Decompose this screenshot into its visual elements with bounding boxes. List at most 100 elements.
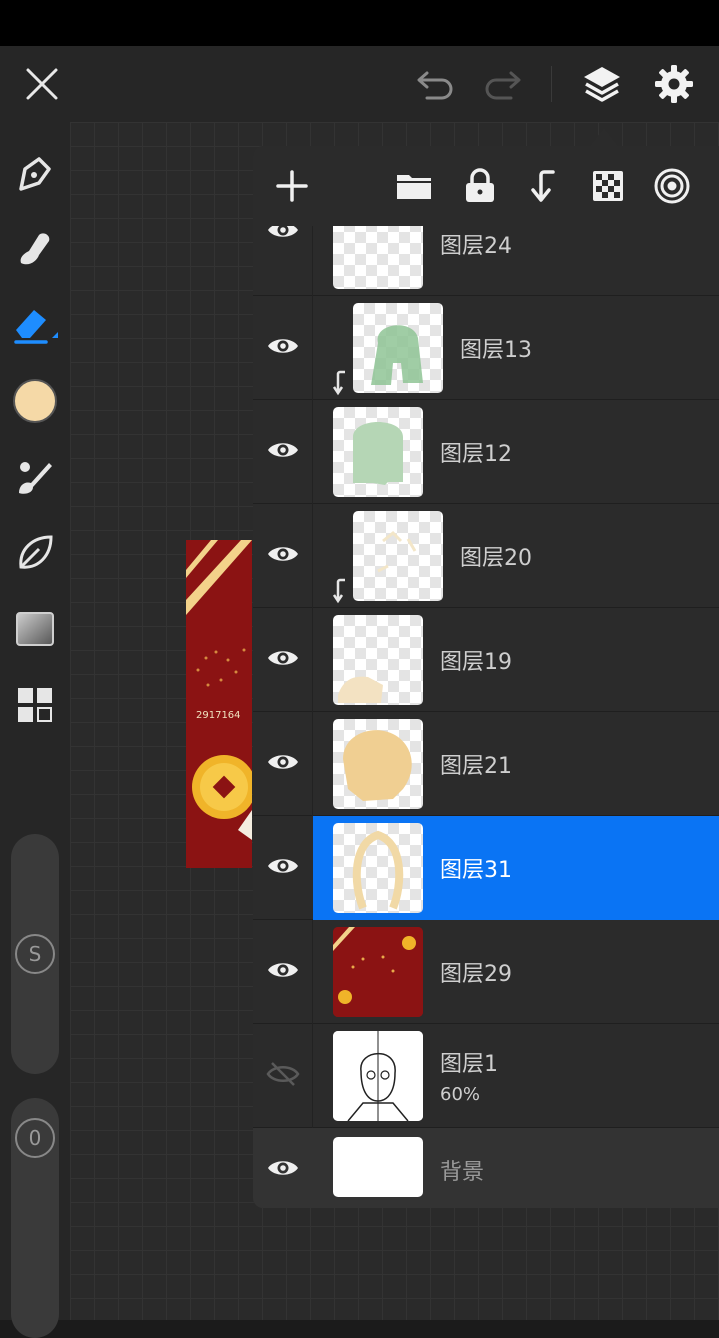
clipping-mask-icon (333, 370, 345, 396)
settings-button[interactable] (650, 60, 698, 108)
layer-row[interactable]: 图层12 (253, 400, 719, 504)
layer-thumbnail (333, 615, 423, 705)
artwork-preview: 2917164 (186, 540, 252, 868)
visibility-toggle[interactable] (261, 740, 305, 784)
eraser-tool[interactable] (10, 300, 60, 350)
size-slider-knob[interactable]: S (15, 934, 55, 974)
gradient-tool[interactable] (10, 604, 60, 654)
lock-icon (466, 168, 494, 202)
row-separator (312, 1024, 313, 1128)
layer-row[interactable]: 图层19 (253, 608, 719, 712)
layer-row[interactable]: 图层1 60% (253, 1024, 719, 1128)
artwork-text: 2917164 (196, 710, 241, 721)
layer-name: 图层20 (460, 546, 532, 571)
layer-name: 图层13 (460, 338, 532, 363)
layer-name: 图层1 (440, 1052, 498, 1077)
leaf-icon (19, 535, 53, 569)
visibility-toggle[interactable] (261, 636, 305, 680)
layers-list: 图层24 图层13 图层12 图层20 图层19 图层21 图层31 图层29 … (253, 226, 719, 1208)
layers-icon (584, 67, 620, 102)
visibility-toggle[interactable] (261, 428, 305, 472)
smudge-icon (20, 233, 50, 265)
eye-icon (268, 859, 298, 873)
eye-icon (268, 755, 298, 769)
left-sidebar: S 0 (0, 122, 70, 1338)
merge-down-button[interactable] (520, 162, 568, 210)
layer-thumbnail (333, 226, 423, 289)
grid-icon (18, 688, 52, 722)
layer-thumbnail (333, 823, 423, 913)
brush-size-slider[interactable]: S (11, 834, 59, 1074)
panel-pointer (590, 128, 618, 146)
row-separator (312, 504, 313, 608)
layer-name: 图层31 (440, 858, 512, 883)
smudge-tool[interactable] (10, 224, 60, 274)
radial-icon (654, 168, 690, 204)
row-separator (312, 608, 313, 712)
mask-button[interactable] (648, 162, 696, 210)
add-layer-button[interactable] (268, 162, 316, 210)
undo-icon (417, 71, 453, 100)
clipping-mask-icon (333, 578, 345, 604)
layer-row-selected[interactable]: 图层31 (253, 816, 719, 920)
eye-icon (268, 651, 298, 665)
layer-thumbnail (353, 511, 443, 601)
plus-icon (276, 170, 308, 202)
color-swatch[interactable] (10, 376, 60, 426)
opacity-slider-knob[interactable]: 0 (15, 1118, 55, 1158)
visibility-toggle[interactable] (261, 844, 305, 888)
opacity-slider[interactable]: 0 (11, 1098, 59, 1338)
row-separator (312, 296, 313, 400)
current-color-circle (13, 379, 57, 423)
close-button[interactable] (18, 60, 66, 108)
layer-name: 图层12 (440, 442, 512, 467)
new-group-button[interactable] (390, 162, 438, 210)
lock-button[interactable] (456, 162, 504, 210)
layer-thumbnail (333, 719, 423, 809)
background-layer-row[interactable]: 背景 (253, 1128, 719, 1208)
visibility-toggle[interactable] (261, 1052, 305, 1096)
undo-button[interactable] (412, 60, 460, 108)
layer-name: 背景 (440, 1160, 485, 1185)
visibility-toggle[interactable] (261, 324, 305, 368)
eye-hidden-icon (266, 1062, 300, 1086)
layer-name: 图层21 (440, 754, 512, 779)
gallery-tool[interactable] (10, 680, 60, 730)
gradient-icon (16, 612, 54, 646)
top-toolbar (0, 46, 719, 122)
row-separator (312, 400, 313, 504)
layer-thumbnail (353, 303, 443, 393)
eye-icon (268, 963, 298, 977)
toolbar-divider (551, 66, 552, 102)
layer-thumbnail (333, 927, 423, 1017)
close-icon (26, 68, 58, 100)
artwork-graphic (186, 540, 252, 868)
layer-row[interactable]: 图层20 (253, 504, 719, 608)
visibility-toggle[interactable] (261, 1146, 305, 1190)
visibility-toggle[interactable] (261, 532, 305, 576)
layer-opacity: 60% (440, 1084, 481, 1105)
layer-row[interactable]: 图层21 (253, 712, 719, 816)
redo-icon (485, 71, 521, 100)
gear-icon (655, 65, 693, 103)
liquify-tool[interactable] (10, 528, 60, 578)
layer-row[interactable]: 图层29 (253, 920, 719, 1024)
brush-tool[interactable] (10, 452, 60, 502)
checker-icon (593, 171, 623, 201)
alpha-lock-button[interactable] (584, 162, 632, 210)
layers-button[interactable] (578, 60, 626, 108)
visibility-toggle[interactable] (261, 948, 305, 992)
visibility-toggle[interactable] (261, 226, 305, 252)
layers-panel: 图层24 图层13 图层12 图层20 图层19 图层21 图层31 图层29 … (253, 146, 719, 1208)
row-separator (312, 226, 313, 296)
folder-icon (397, 175, 431, 199)
pen-tool[interactable] (10, 148, 60, 198)
background-color-swatch[interactable] (333, 1137, 423, 1197)
redo-button[interactable] (478, 60, 526, 108)
layer-name: 图层29 (440, 962, 512, 987)
layers-panel-header (253, 146, 719, 226)
layer-name: 图层24 (440, 234, 512, 259)
eye-icon (268, 226, 298, 237)
layer-row[interactable]: 图层13 (253, 296, 719, 400)
layer-row[interactable]: 图层24 (253, 226, 719, 296)
